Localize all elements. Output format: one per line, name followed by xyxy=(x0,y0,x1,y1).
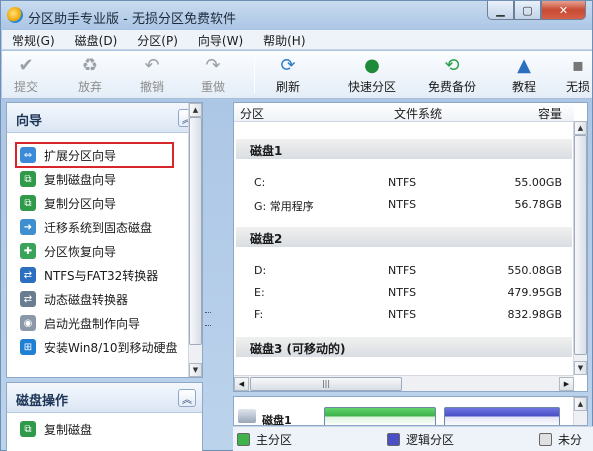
menu-bar: 常规(G) 磁盘(D) 分区(P) 向导(W) 帮助(H) xyxy=(2,30,592,50)
table-header: 分区 文件系统 容量 xyxy=(234,103,574,122)
toolbar: ✔ 提交 ♻ 放弃 ↶ 撤销 ↷ 重做 ⟳ 刷新 ● 快速分区 ⟲ 免费备份 ▲ xyxy=(2,51,592,99)
wizard-panel-title: 向导 xyxy=(16,114,43,129)
quick-partition-button[interactable]: ● 快速分区 xyxy=(348,55,396,95)
window-title: 分区助手专业版 - 无损分区免费软件 xyxy=(28,12,236,27)
boot-disc-icon: ◉ xyxy=(20,315,36,331)
primary-swatch-icon xyxy=(237,433,250,446)
disk-op-copy-disk[interactable]: ⧉ 复制磁盘 xyxy=(7,417,202,441)
windows-icon: ⊞ xyxy=(20,339,36,355)
more-icon: ▪ xyxy=(571,54,585,76)
unallocated-swatch-icon xyxy=(539,433,552,446)
menu-help[interactable]: 帮助(H) xyxy=(253,30,315,49)
wizard-bootable-media[interactable]: ◉ 启动光盘制作向导 xyxy=(7,311,202,335)
legend-unallocated: 未分 xyxy=(539,431,582,448)
copy-disk-icon: ⧉ xyxy=(20,421,36,437)
redo-icon: ↷ xyxy=(205,54,221,76)
tutorial-button[interactable]: ▲ 教程 xyxy=(512,55,536,95)
backup-icon: ⟲ xyxy=(444,54,460,76)
scroll-right-icon[interactable]: ▶ xyxy=(559,377,574,391)
redo-button[interactable]: ↷ 重做 xyxy=(201,55,225,95)
partition-table: 分区 文件系统 容量 磁盘1 C: NTFS 55.00GB G: 常用程序 N… xyxy=(233,102,588,392)
wizard-copy-disk[interactable]: ⧉ 复制磁盘向导 xyxy=(7,167,202,191)
minimize-button[interactable]: ▁ xyxy=(487,1,514,20)
pane-splitter[interactable] xyxy=(204,102,212,451)
more-button[interactable]: ▪ 无损 xyxy=(566,55,590,95)
table-vertical-scrollbar[interactable]: ▲ ▼ xyxy=(573,121,587,375)
refresh-icon: ⟳ xyxy=(280,54,296,76)
scroll-up-icon[interactable]: ▲ xyxy=(574,121,587,135)
wizard-migrate-os-ssd[interactable]: ➜ 迁移系统到固态磁盘 xyxy=(7,215,202,239)
close-button[interactable]: ✕ xyxy=(541,1,586,20)
wizard-win-to-go[interactable]: ⊞ 安装Win8/10到移动硬盘 xyxy=(7,335,202,359)
globe-icon: ● xyxy=(364,54,380,76)
wizard-ntfs-fat32-converter[interactable]: ⇄ NTFS与FAT32转换器 xyxy=(7,263,202,287)
menu-disk[interactable]: 磁盘(D) xyxy=(65,30,128,49)
scroll-down-icon[interactable]: ▼ xyxy=(574,361,587,375)
migrate-os-icon: ➜ xyxy=(20,219,36,235)
legend-primary: 主分区 xyxy=(237,431,292,448)
copy-partition-icon: ⧉ xyxy=(20,195,36,211)
refresh-button[interactable]: ⟳ 刷新 xyxy=(276,55,300,95)
table-row[interactable]: F: NTFS 832.98GB xyxy=(234,305,572,325)
col-filesystem[interactable]: 文件系统 xyxy=(394,105,442,122)
recovery-icon: ✚ xyxy=(20,243,36,259)
disk-map-label: 磁盘1 xyxy=(262,414,292,426)
disk-ops-panel: 磁盘操作 ︽ ⧉ 复制磁盘 xyxy=(6,382,203,451)
dynamic-disk-icon: ⇄ xyxy=(20,291,36,307)
wizard-copy-partition[interactable]: ⧉ 复制分区向导 xyxy=(7,191,202,215)
undo-icon: ↶ xyxy=(144,54,160,76)
scroll-left-icon[interactable]: ◀ xyxy=(234,377,249,391)
extend-partition-icon: ⇔ xyxy=(20,147,36,163)
table-row[interactable]: E: NTFS 479.95GB xyxy=(234,283,572,303)
submit-button[interactable]: ✔ 提交 xyxy=(14,55,38,95)
disk-map: 磁盘1 ▲ xyxy=(233,396,588,426)
table-row[interactable]: D: NTFS 550.08GB xyxy=(234,261,572,281)
hard-disk-icon xyxy=(238,409,256,423)
table-row[interactable]: C: NTFS 55.00GB xyxy=(234,173,572,193)
wizard-panel: 向导 ︽ ⇔ 扩展分区向导 ⧉ 复制磁盘向导 ⧉ 复制分区向导 ➜ 迁移系统到固… xyxy=(6,102,203,378)
scroll-down-icon[interactable]: ▼ xyxy=(189,363,202,377)
wizard-partition-recovery[interactable]: ✚ 分区恢复向导 xyxy=(7,239,202,263)
app-window: 分区助手专业版 - 无损分区免费软件 ▁ ▢ ✕ 常规(G) 磁盘(D) 分区(… xyxy=(0,0,593,451)
discard-icon: ♻ xyxy=(81,54,99,76)
disk-ops-panel-title: 磁盘操作 xyxy=(16,394,69,409)
disk-header-row[interactable]: 磁盘1 xyxy=(236,139,572,159)
menu-wizard[interactable]: 向导(W) xyxy=(188,30,253,49)
undo-button[interactable]: ↶ 撤销 xyxy=(140,55,164,95)
disk-map-partition-logical[interactable] xyxy=(444,407,560,425)
table-horizontal-scrollbar[interactable]: ◀ ||| ▶ xyxy=(234,375,574,391)
scroll-up-icon[interactable]: ▲ xyxy=(574,397,587,411)
copy-disk-icon: ⧉ xyxy=(20,171,36,187)
table-row[interactable]: G: 常用程序 NTFS 56.78GB xyxy=(234,195,572,215)
free-backup-button[interactable]: ⟲ 免费备份 xyxy=(428,55,476,95)
collapse-up-icon[interactable]: ︽ xyxy=(178,389,196,407)
wizard-dynamic-disk-converter[interactable]: ⇄ 动态磁盘转换器 xyxy=(7,287,202,311)
disk-header-row[interactable]: 磁盘3 (可移动的) xyxy=(236,337,572,357)
maximize-button[interactable]: ▢ xyxy=(514,1,541,20)
scroll-up-icon[interactable]: ▲ xyxy=(189,103,202,117)
logical-swatch-icon xyxy=(387,433,400,446)
legend-bar: 主分区 逻辑分区 未分 xyxy=(233,426,593,451)
discard-button[interactable]: ♻ 放弃 xyxy=(78,55,102,95)
disk-map-partition-primary[interactable] xyxy=(324,407,436,425)
wizard-panel-scrollbar[interactable]: ▲ ▼ xyxy=(188,103,202,377)
col-partition[interactable]: 分区 xyxy=(240,105,264,122)
check-icon: ✔ xyxy=(18,54,34,76)
title-bar: 分区助手专业版 - 无损分区免费软件 ▁ ▢ ✕ xyxy=(1,1,592,29)
graduation-cap-icon: ▲ xyxy=(517,54,531,76)
wizard-extend-partition[interactable]: ⇔ 扩展分区向导 xyxy=(15,142,174,168)
disk-header-row[interactable]: 磁盘2 xyxy=(236,227,572,247)
col-capacity[interactable]: 容量 xyxy=(538,105,562,122)
app-logo-icon xyxy=(7,7,23,23)
menu-general[interactable]: 常规(G) xyxy=(2,30,65,49)
convert-icon: ⇄ xyxy=(20,267,36,283)
menu-partition[interactable]: 分区(P) xyxy=(127,30,188,49)
legend-logical: 逻辑分区 xyxy=(387,431,454,448)
